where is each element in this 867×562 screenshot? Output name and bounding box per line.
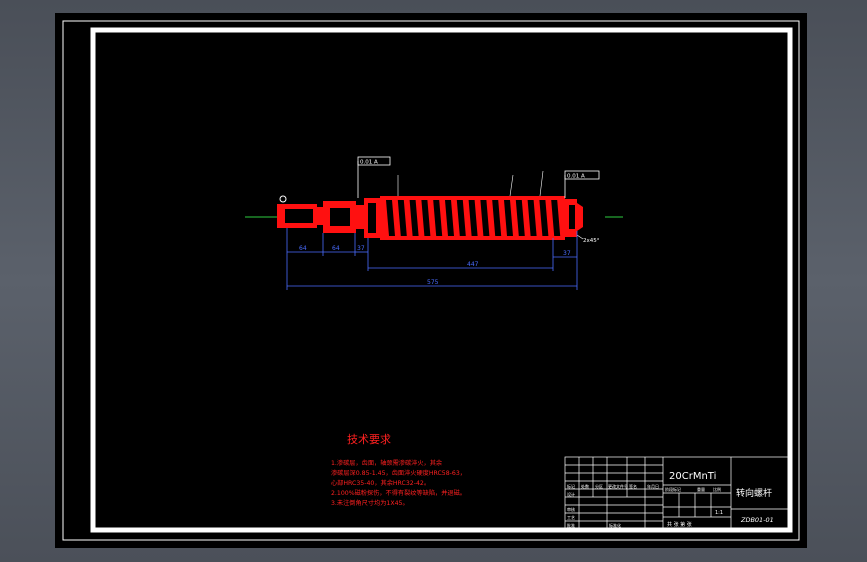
inner-frame — [90, 27, 793, 533]
tb-stage-2: 比例 — [713, 486, 721, 492]
part-name-text: 转向螺杆 — [736, 487, 772, 499]
tb-col-5: 年月日 — [647, 483, 659, 489]
tech-req-line-3: 心部HRC35-40，其余HRC32-42。 — [331, 479, 430, 487]
tech-req-line-4: 2.100%磁粉探伤，不得有裂纹等缺陷，并退磁。 — [331, 489, 466, 497]
tech-req-lines: 1.渗碳层，齿面，轴颈需渗碳淬火，其余 渗碳层深0.85-1.45，齿面淬火硬度… — [331, 459, 466, 507]
right-step-hollow — [569, 205, 575, 229]
tol-right-text: 0.01 A — [567, 174, 585, 180]
tb-col-4: 签名 — [629, 483, 637, 489]
dimension-values: 64 64 37 37 447 575 — [299, 245, 571, 286]
collar-hollow — [330, 208, 350, 226]
dim-447: 447 — [467, 261, 479, 268]
shoulder-hollow — [368, 203, 376, 233]
dim-37b: 37 — [563, 250, 571, 257]
tb-col-0: 标记 — [567, 483, 575, 489]
datum-marker — [279, 195, 287, 203]
scale-text: 1:1 — [715, 510, 723, 516]
tolerance-frame-left: 0.01 A — [357, 156, 391, 198]
tech-req-line-2: 渗碳层深0.85-1.45，齿面淬火硬度HRC58-63， — [331, 469, 466, 477]
material-text: 20CrMnTi — [669, 471, 716, 482]
dim-64a: 64 — [299, 245, 307, 252]
tech-req-line-5: 3.未注倒角尺寸均为1X45。 — [331, 499, 409, 507]
shaft-step-2 — [356, 205, 364, 229]
tb-row-4: 批准 — [567, 522, 575, 528]
drawing-number-text: ZDB01-01 — [740, 516, 774, 524]
tolerance-frame-right: 0.01 A — [564, 170, 600, 198]
drawing-canvas[interactable]: 0.01 A 0.01 A 2x45° 64 64 37 37 447 575 … — [55, 13, 807, 548]
shaft-right-chamfer — [577, 203, 583, 231]
dim-64b: 64 — [332, 245, 340, 252]
tb-stage-0: 阶段标记 — [665, 486, 681, 492]
tol-left-text: 0.01 A — [360, 160, 378, 166]
dim-37a: 37 — [357, 245, 365, 252]
tb-row-1: 审核 — [567, 506, 575, 512]
tech-req-line-1: 1.渗碳层，齿面，轴颈需渗碳淬火，其余 — [331, 459, 443, 467]
tb-col-3: 更改文件号 — [608, 483, 628, 489]
tb-row-3: 标准化 — [609, 522, 621, 528]
engineering-drawing: 0.01 A 0.01 A 2x45° 64 64 37 37 447 575 … — [62, 20, 800, 541]
shaft-step-1 — [317, 207, 323, 225]
tb-col-1: 处数 — [581, 483, 589, 489]
chamfer-label: 2x45° — [583, 238, 600, 244]
tb-row-0: 设计 — [567, 491, 575, 497]
tb-row-2: 工艺 — [567, 515, 575, 520]
journal-hollow — [285, 209, 313, 223]
tb-stage-1: 重量 — [697, 486, 705, 492]
tb-col-2: 分区 — [595, 483, 603, 489]
sheet-info-text: 共 张 第 张 — [667, 521, 692, 528]
dim-575: 575 — [427, 279, 439, 286]
tech-req-heading: 技术要求 — [347, 433, 391, 446]
